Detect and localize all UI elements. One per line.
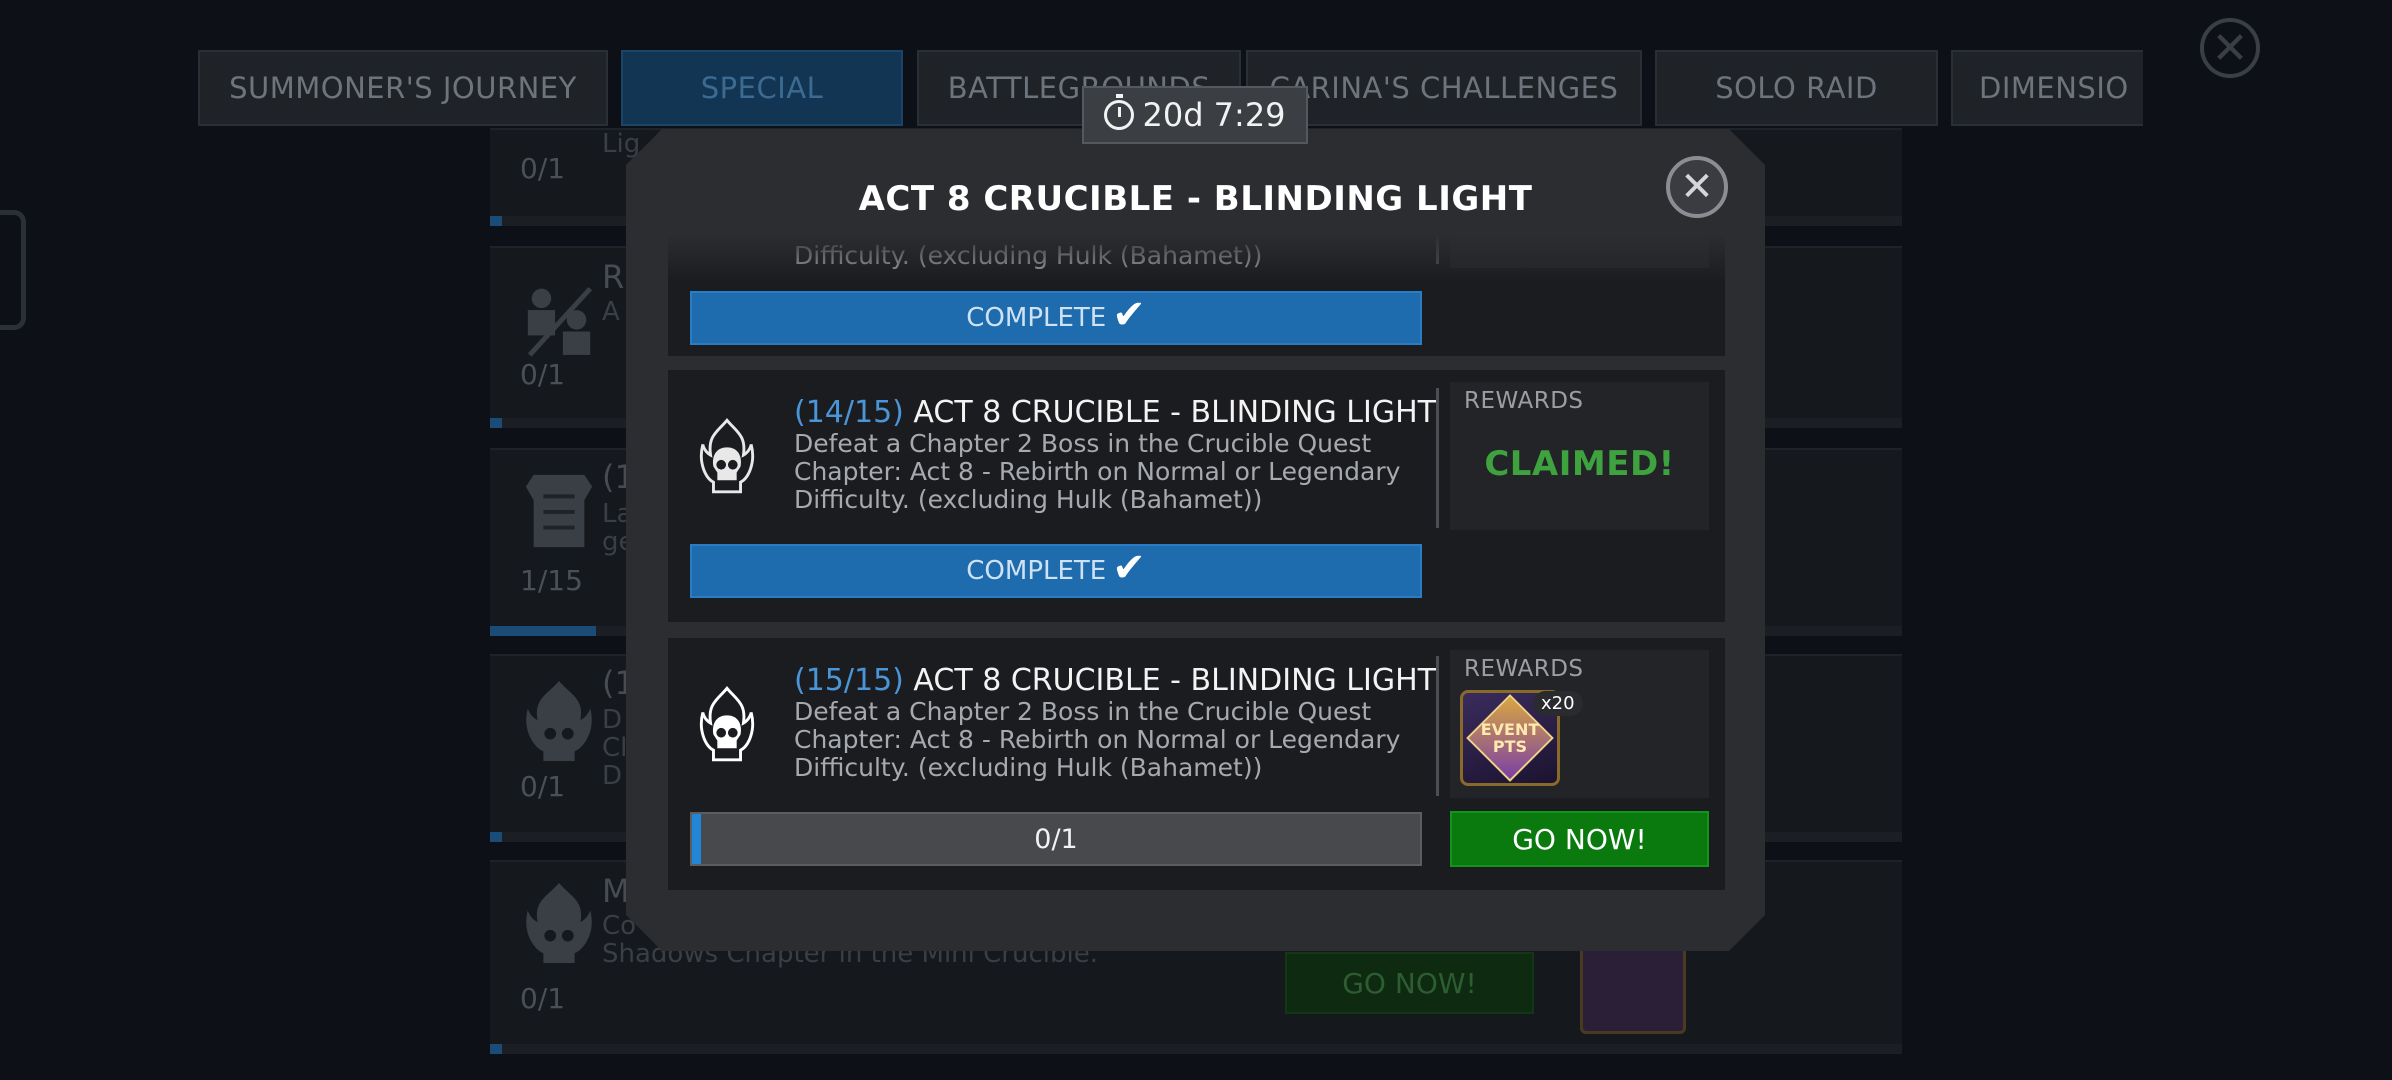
flaming-skull-icon [526,681,592,761]
quest-desc: Lig [602,129,641,159]
flaming-skull-icon [699,418,755,494]
quest-count: 1/15 [520,564,583,597]
quest-desc: Difficulty. (excluding Hulk (Bahamet)) [794,241,1263,270]
progress-fill [692,814,701,864]
quest-title: M [602,872,630,910]
rewards-box [1450,234,1709,268]
event-pts-icon[interactable]: EVENT PTS x20 [1460,690,1583,786]
quest-progress [490,1044,1902,1054]
divider [1436,656,1439,796]
modal-close-button[interactable]: ✕ [1666,156,1728,218]
quest-index: (14/15) [794,395,904,430]
quest-detail-modal: ACT 8 CRUCIBLE - BLINDING LIGHT ✕ Diffic… [626,129,1765,951]
quest-desc: A [602,297,620,327]
quest-row: (14/15) ACT 8 CRUCIBLE - BLINDING LIGHT … [668,370,1725,622]
versus-icon [527,286,593,357]
event-timer: 20d 7:29 [1082,86,1308,144]
tab-summoners-journey[interactable]: SUMMONER'S JOURNEY [198,50,608,126]
complete-label: COMPLETE [966,556,1107,586]
divider [1436,234,1439,264]
quest-title: R [602,258,625,296]
quest-progress-bar: 0/1 [690,812,1422,866]
quest-row: (15/15) ACT 8 CRUCIBLE - BLINDING LIGHT … [668,638,1725,890]
checkmark-icon: ✔ [1112,545,1146,591]
flaming-skull-icon [526,883,592,963]
quest-list[interactable]: Difficulty. (excluding Hulk (Bahamet)) C… [668,234,1725,924]
divider [1436,388,1439,528]
quest-count: 0/1 [520,152,566,185]
quest-count: 0/1 [520,358,566,391]
close-icon: ✕ [1680,164,1714,210]
rewards-label: REWARDS [1464,656,1584,682]
quest-index: (15/15) [794,663,904,698]
reward-multiplier: x20 [1533,691,1583,716]
tab-dimension[interactable]: DIMENSIO [1951,50,2143,126]
close-icon: ✕ [2211,22,2249,74]
quest-title: (15/15) ACT 8 CRUCIBLE - BLINDING LIGHT [794,663,1436,698]
quest-desc: D Cl D [602,705,628,791]
tab-solo-raid[interactable]: SOLO RAID [1655,50,1938,126]
quest-title: (14/15) ACT 8 CRUCIBLE - BLINDING LIGHT [794,395,1436,430]
screen-close-button[interactable]: ✕ [2200,18,2260,78]
reward-name: EVENT PTS [1480,720,1540,756]
quest-desc: Defeat a Chapter 2 Boss in the Crucible … [794,429,1401,514]
quest-count: 0/1 [520,770,566,803]
complete-button[interactable]: COMPLETE ✔ [690,544,1422,598]
go-now-button[interactable]: GO NOW! [1450,811,1709,867]
checkmark-icon: ✔ [1112,292,1146,338]
complete-button[interactable]: COMPLETE ✔ [690,291,1422,345]
quest-title-text: ACT 8 CRUCIBLE - BLINDING LIGHT [913,395,1436,430]
timer-text: 20d 7:29 [1142,96,1286,134]
rewards-box: REWARDS EVENT PTS x20 [1450,650,1709,798]
claimed-label: CLAIMED! [1484,444,1675,484]
quest-desc: Defeat a Chapter 2 Boss in the Crucible … [794,697,1401,782]
quest-title-text: ACT 8 CRUCIBLE - BLINDING LIGHT [913,663,1436,698]
event-pts-icon [1580,946,1686,1034]
side-nav-handle[interactable] [0,210,26,330]
tab-special[interactable]: SPECIAL [621,50,903,126]
quest-row: Difficulty. (excluding Hulk (Bahamet)) C… [668,234,1725,356]
quest-count: 0/1 [520,982,566,1015]
rewards-label: REWARDS [1464,388,1584,414]
modal-title: ACT 8 CRUCIBLE - BLINDING LIGHT [858,179,1533,219]
stopwatch-icon [1104,94,1135,130]
flaming-skull-icon [699,686,755,762]
armor-icon [525,474,593,548]
complete-label: COMPLETE [966,303,1107,333]
bg-go-now-button[interactable]: GO NOW! [1285,952,1534,1014]
rewards-box: REWARDS CLAIMED! [1450,382,1709,530]
progress-text: 0/1 [1034,823,1078,855]
